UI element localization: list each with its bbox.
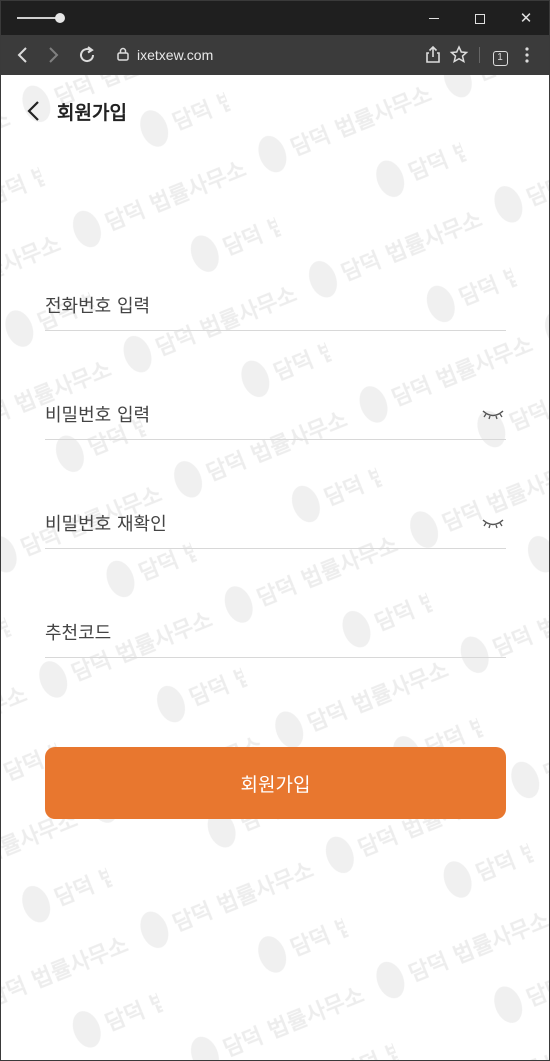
minimize-icon[interactable] [421,6,447,30]
tab-count-button[interactable]: 1 [488,43,512,67]
share-icon[interactable] [421,43,445,67]
referral-code-field [45,608,506,658]
browser-toolbar: ixetxew.com 1 [1,35,549,75]
url-text[interactable]: ixetxew.com [137,47,213,63]
page-title: 회원가입 [57,102,127,124]
password-confirm-field [45,499,506,549]
browser-window: ✕ ixetxew.com 1 회원가입 전화번호 입력 추천코드 회원가입 [0,0,550,1061]
volume-slider-handle[interactable] [55,13,65,23]
address-bar[interactable]: ixetxew.com [117,44,213,66]
eye-closed-icon[interactable] [480,406,506,422]
lock-icon [117,46,129,65]
menu-dots-icon[interactable] [515,43,539,67]
watermark-pattern: 담덕 법률사무소 담덕 법률사무소 [1,75,549,1060]
phone-field [45,281,506,331]
signup-button[interactable]: 회원가입 [45,747,506,819]
close-icon[interactable]: ✕ [513,6,539,30]
password-confirm-input[interactable] [45,507,465,541]
reload-icon[interactable] [75,43,99,67]
tab-count: 1 [492,51,508,66]
toolbar-divider [479,47,480,63]
phone-input[interactable] [45,289,465,323]
password-input[interactable] [45,398,465,432]
referral-code-input[interactable] [45,616,465,650]
back-chevron-icon[interactable] [21,97,49,125]
forward-arrow-icon[interactable] [41,43,65,67]
password-field [45,390,506,440]
page-header: 회원가입 [1,91,549,131]
star-icon[interactable] [447,43,471,67]
eye-closed-icon[interactable] [480,515,506,531]
back-arrow-icon[interactable] [11,43,35,67]
title-bar: ✕ [1,1,549,35]
maximize-icon[interactable] [467,6,493,30]
